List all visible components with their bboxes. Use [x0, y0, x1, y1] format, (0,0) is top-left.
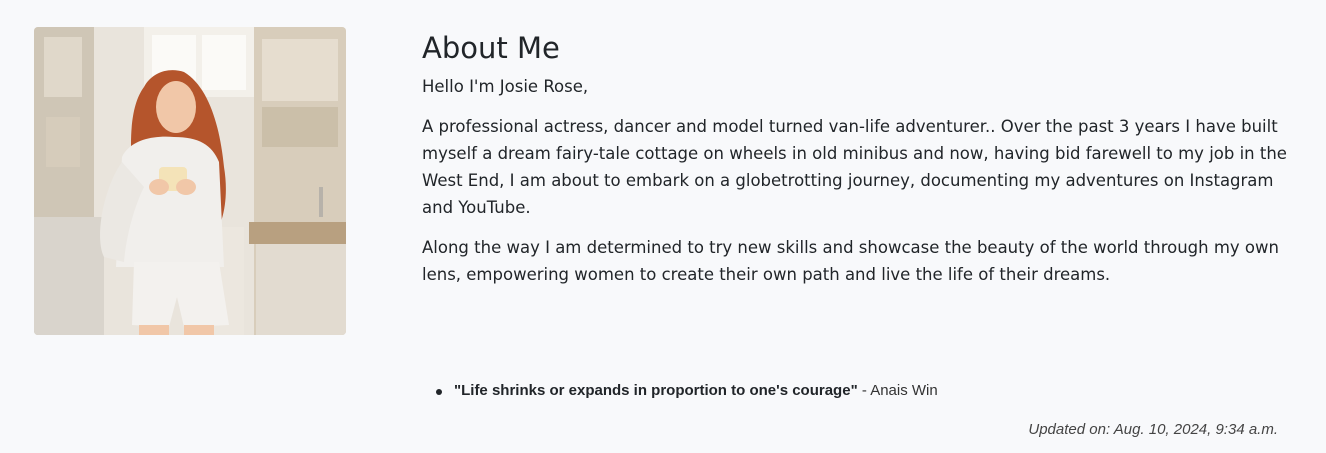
quote-author: - Anais Win: [861, 382, 938, 399]
quote-item: "Life shrinks or expands in proportion t…: [422, 379, 938, 403]
profile-page: About Me Hello I'm Josie Rose, A profess…: [0, 0, 1326, 453]
bio-paragraph-2: Along the way I am determined to try new…: [422, 238, 1279, 284]
greeting-text: Hello I'm Josie Rose,: [422, 77, 589, 96]
profile-photo: [34, 27, 346, 335]
profile-photo-illustration: [34, 27, 346, 335]
quote-text: "Life shrinks or expands in proportion t…: [454, 382, 858, 399]
bio-paragraph-1: A professional actress, dancer and model…: [422, 117, 1287, 217]
about-heading: About Me: [422, 31, 560, 65]
quotes-list: "Life shrinks or expands in proportion t…: [422, 379, 938, 403]
about-section: About Me Hello I'm Josie Rose, A profess…: [422, 28, 1302, 288]
bullet-icon: [436, 389, 442, 395]
updated-timestamp: Updated on: Aug. 10, 2024, 9:34 a.m.: [1028, 421, 1278, 438]
